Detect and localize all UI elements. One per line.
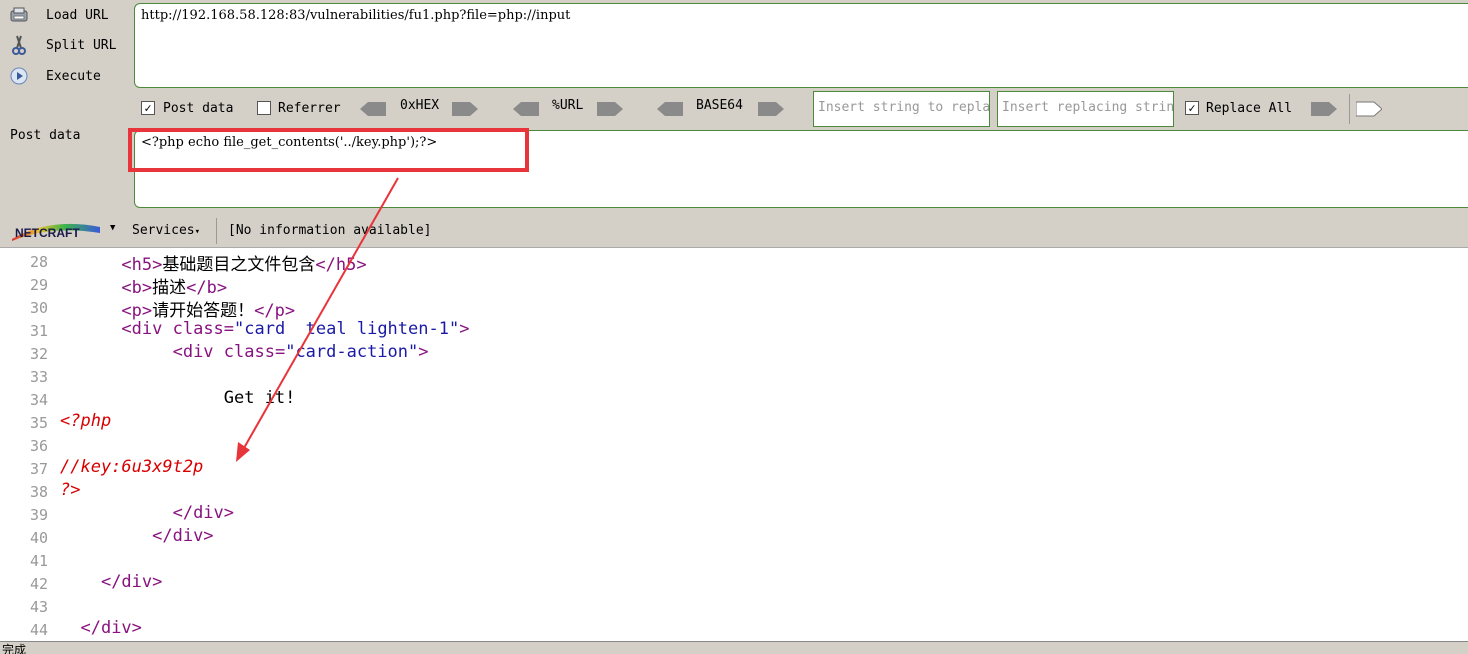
highlight-box	[128, 128, 529, 172]
url-input[interactable]: http://192.168.58.128:83/vulnerabilities…	[134, 3, 1468, 88]
hex-label: 0xHEX	[400, 98, 440, 113]
referrer-checkbox[interactable]	[257, 101, 271, 115]
code-text: </div>	[80, 618, 142, 638]
line-number: 28	[29, 253, 48, 271]
code-line: 40 </div>	[0, 526, 1468, 549]
url-encode-arrow-icon[interactable]	[597, 101, 623, 117]
line-number: 31	[29, 322, 48, 340]
code-line: 35 <?php	[0, 411, 1468, 434]
scissors-icon	[6, 34, 32, 56]
code-line: 37 //key:6u3x9t2p	[0, 457, 1468, 480]
line-number: 41	[29, 552, 48, 570]
services-menu[interactable]: Services▾	[132, 223, 200, 238]
svg-text:NETCRAFT: NETCRAFT	[15, 226, 80, 240]
netcraft-info: [No information available]	[228, 223, 432, 238]
line-number: 32	[29, 345, 48, 363]
code-line: 36	[0, 434, 1468, 457]
post-data-label: Post data	[10, 128, 81, 143]
hex-encode-arrow-icon[interactable]	[452, 101, 478, 117]
replace-all-checkbox[interactable]: ✓	[1185, 101, 1199, 115]
line-number: 42	[29, 575, 48, 593]
code-text: //key:6u3x9t2p	[60, 457, 204, 477]
execute-label: Execute	[46, 68, 101, 84]
netcraft-dropdown-icon[interactable]: ▼	[110, 223, 115, 233]
code-line: 33	[0, 365, 1468, 388]
code-text: Get it!	[60, 388, 296, 408]
line-number: 39	[29, 506, 48, 524]
code-line: 39 </div>	[0, 503, 1468, 526]
line-number: 34	[29, 391, 48, 409]
code-text: <p>请开始答题！</p>	[121, 301, 296, 321]
base64-decode-arrow-icon[interactable]	[657, 101, 683, 117]
netcraft-toolbar: NETCRAFT ▼ Services▾ [No information ava…	[0, 214, 1468, 248]
hex-decode-arrow-icon[interactable]	[360, 101, 386, 117]
code-line: 32 <div class="card-action">	[0, 342, 1468, 365]
code-line: 31 <div class="card teal lighten-1">	[0, 319, 1468, 342]
code-line: 44 </div>	[0, 618, 1468, 641]
execute-button[interactable]: Execute	[0, 63, 128, 89]
replace-all-label: Replace All	[1206, 101, 1293, 116]
url-decode-arrow-icon[interactable]	[513, 101, 539, 117]
line-number: 37	[29, 460, 48, 478]
replacing-string-input[interactable]: Insert replacing string	[997, 91, 1174, 127]
base64-encode-arrow-icon[interactable]	[758, 101, 784, 117]
code-text: <div class="card-action">	[172, 342, 429, 362]
code-text: ?>	[60, 480, 81, 500]
post-data-checkbox[interactable]: ✓	[141, 101, 155, 115]
load-url-label: Load URL	[46, 7, 109, 23]
load-url-icon	[6, 6, 32, 24]
code-text: <b>描述</b>	[121, 278, 228, 298]
code-text: <h5>基础题目之文件包含</h5>	[121, 255, 367, 275]
post-data-toggle-label: Post data	[163, 101, 234, 116]
code-line: 38 ?>	[0, 480, 1468, 503]
split-url-button[interactable]: Split URL	[0, 32, 128, 58]
insert-string-input[interactable]: Insert string to replace	[813, 91, 990, 127]
line-number: 33	[29, 368, 48, 386]
netcraft-divider	[216, 218, 217, 244]
code-text: </div>	[172, 503, 235, 523]
url-label: %URL	[552, 98, 584, 113]
code-line: 43	[0, 595, 1468, 618]
line-number: 38	[29, 483, 48, 501]
line-number: 44	[29, 621, 48, 639]
code-text: <?php	[60, 411, 112, 431]
code-line: 34 Get it!	[0, 388, 1468, 411]
line-number: 30	[29, 299, 48, 317]
netcraft-logo[interactable]: NETCRAFT	[10, 221, 102, 241]
line-number: 29	[29, 276, 48, 294]
referrer-label: Referrer	[278, 101, 341, 116]
play-icon	[6, 66, 32, 86]
status-text: 完成	[2, 643, 27, 654]
line-number: 43	[29, 598, 48, 616]
code-line: 41	[0, 549, 1468, 572]
split-url-label: Split URL	[46, 37, 117, 53]
source-code-view: 28 <h5>基础题目之文件包含</h5> 29 <b>描述</b> 30 <p>请…	[0, 250, 1468, 642]
line-number: 35	[29, 414, 48, 432]
status-bar: 完成	[0, 641, 1468, 654]
code-text: <div class="card teal lighten-1">	[121, 319, 470, 339]
code-line: 28 <h5>基础题目之文件包含</h5>	[0, 250, 1468, 275]
code-text: </div>	[100, 572, 163, 592]
hackbar-toolbar: ✓ Post data Referrer 0xHEX %URL BASE64 ✓…	[0, 94, 1468, 124]
hackbar-panel: Load URL Split URL Execute http://192.16…	[0, 0, 1468, 214]
replace-arrow-icon[interactable]	[1311, 101, 1337, 117]
code-line: 42 </div>	[0, 572, 1468, 595]
code-line: 29 <b>描述</b>	[0, 273, 1468, 298]
code-line: 30 <p>请开始答题！</p>	[0, 296, 1468, 321]
code-text: </div>	[152, 526, 214, 546]
line-number: 36	[29, 437, 48, 455]
base64-label: BASE64	[696, 98, 743, 113]
line-number: 40	[29, 529, 48, 547]
replace-next-arrow-icon[interactable]	[1356, 101, 1382, 117]
toolbar-divider	[1349, 94, 1350, 124]
load-url-button[interactable]: Load URL	[0, 2, 128, 28]
